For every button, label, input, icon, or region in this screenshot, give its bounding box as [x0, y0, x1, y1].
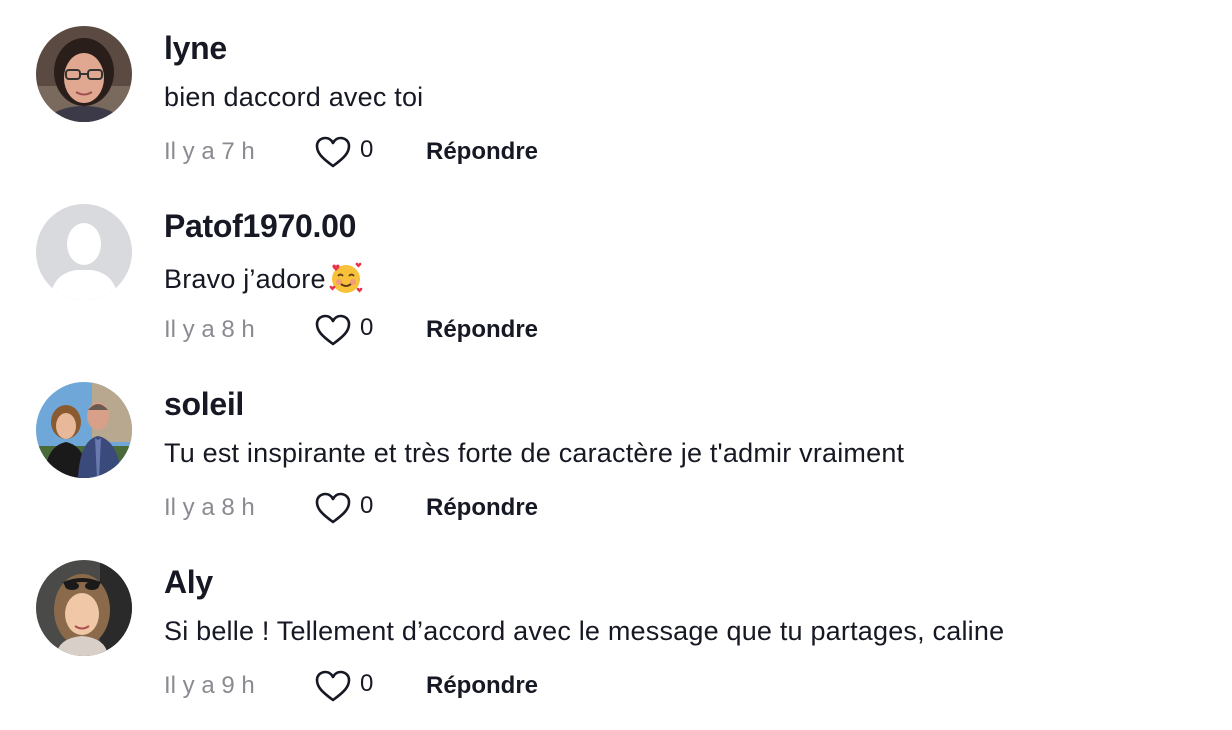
smiling-face-with-hearts-icon — [329, 262, 363, 293]
heart-icon — [315, 492, 351, 524]
like-count: 0 — [360, 492, 374, 519]
like-count: 0 — [360, 670, 374, 697]
avatar[interactable] — [36, 26, 132, 122]
comment-text-content: Tu est inspirante et très forte de carac… — [164, 438, 905, 468]
like-button[interactable]: 0 — [314, 490, 394, 526]
reply-button[interactable]: Répondre — [426, 494, 538, 522]
comment-text: Bravo j’adore — [164, 260, 364, 296]
like-button[interactable]: 0 — [314, 312, 394, 348]
comment-username[interactable]: lyne — [164, 30, 227, 67]
comment-text-content: Si belle ! Tellement d’accord avec le me… — [164, 616, 1005, 646]
user-photo-icon — [36, 560, 132, 656]
comment-item: lyne bien daccord avec toi Il y a 7 h 0 … — [36, 26, 1216, 196]
user-photo-icon — [36, 382, 132, 478]
heart-icon — [315, 136, 351, 168]
comment-item: Aly Si belle ! Tellement d’accord avec l… — [36, 560, 1216, 730]
comment-item: Patof1970.00 Bravo j’adore Il y a 8 h 0 … — [36, 204, 1216, 374]
comment-meta: Il y a 9 h 0 Répondre — [164, 668, 764, 704]
like-button[interactable]: 0 — [314, 134, 394, 170]
reply-button[interactable]: Répondre — [426, 316, 538, 344]
like-button[interactable]: 0 — [314, 668, 394, 704]
comment-timestamp: Il y a 8 h — [164, 316, 255, 343]
heart-icon — [315, 670, 351, 702]
default-user-icon — [36, 204, 132, 300]
avatar[interactable] — [36, 204, 132, 300]
reply-button[interactable]: Répondre — [426, 672, 538, 700]
avatar[interactable] — [36, 560, 132, 656]
like-count: 0 — [360, 136, 374, 163]
avatar[interactable] — [36, 382, 132, 478]
comment-meta: Il y a 8 h 0 Répondre — [164, 312, 764, 348]
comment-text: Tu est inspirante et très forte de carac… — [164, 438, 904, 469]
comment-meta: Il y a 8 h 0 Répondre — [164, 490, 764, 526]
comment-timestamp: Il y a 8 h — [164, 494, 255, 521]
comment-item: soleil Tu est inspirante et très forte d… — [36, 382, 1216, 552]
comment-text-content: bien daccord avec toi — [164, 82, 424, 112]
comment-text-content: Bravo j’adore — [164, 264, 326, 294]
like-count: 0 — [360, 314, 374, 341]
comment-text: bien daccord avec toi — [164, 82, 423, 113]
heart-icon — [315, 314, 351, 346]
comment-text: Si belle ! Tellement d’accord avec le me… — [164, 616, 1004, 647]
comment-username[interactable]: Patof1970.00 — [164, 208, 356, 245]
user-photo-icon — [36, 26, 132, 122]
comment-timestamp: Il y a 7 h — [164, 138, 255, 165]
comment-username[interactable]: Aly — [164, 564, 213, 601]
comment-username[interactable]: soleil — [164, 386, 244, 423]
reply-button[interactable]: Répondre — [426, 138, 538, 166]
comment-meta: Il y a 7 h 0 Répondre — [164, 134, 764, 170]
comment-timestamp: Il y a 9 h — [164, 672, 255, 699]
